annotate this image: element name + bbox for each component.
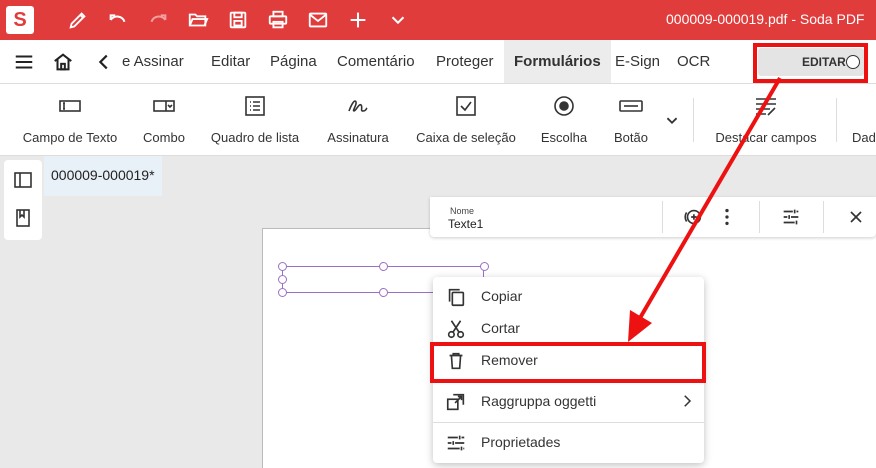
arrow-line: [638, 76, 782, 320]
annotation-arrow: [628, 76, 782, 342]
